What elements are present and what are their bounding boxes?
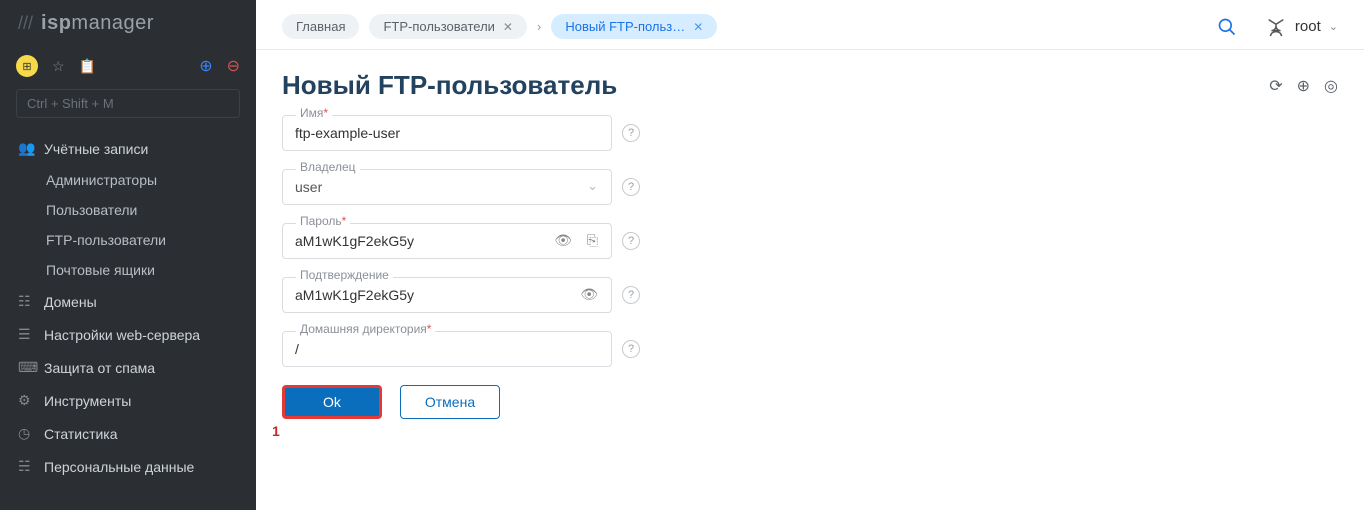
- logo: /// ispmanager: [0, 0, 256, 47]
- field-name: Имя* ?: [282, 115, 642, 151]
- domains-icon: ☷: [18, 293, 34, 310]
- page-header: Новый FTP-пользователь ⟳ ⊕ ◎: [282, 70, 1338, 101]
- nav-label: Персональные данные: [44, 459, 194, 475]
- users-icon: 👥: [18, 140, 34, 157]
- sidebar-sub-users[interactable]: Пользователи: [0, 195, 256, 225]
- nav: 👥 Учётные записи Администраторы Пользова…: [0, 132, 256, 510]
- help-icon[interactable]: ?: [622, 286, 640, 304]
- breadcrumb-home[interactable]: Главная: [282, 14, 359, 39]
- field-owner: Владелец ⌄ ?: [282, 169, 642, 205]
- user-icon: [1265, 16, 1287, 38]
- nav-label: Учётные записи: [44, 141, 148, 157]
- eye-icon[interactable]: 👁: [554, 232, 572, 249]
- help-icon[interactable]: ?: [622, 124, 640, 142]
- breadcrumb-new-ftp[interactable]: Новый FTP-польз… ✕: [551, 14, 717, 39]
- sidebar-sub-ftp[interactable]: FTP-пользователи: [0, 225, 256, 255]
- sidebar-sub-admins[interactable]: Администраторы: [0, 165, 256, 195]
- close-icon[interactable]: ✕: [503, 20, 513, 34]
- page-actions: ⟳ ⊕ ◎: [1269, 76, 1338, 96]
- help-icon[interactable]: ?: [622, 340, 640, 358]
- breadcrumb-ftp-users[interactable]: FTP-пользователи ✕: [369, 14, 527, 39]
- field-label: Пароль*: [296, 214, 350, 228]
- badge-icon[interactable]: ⊞: [16, 55, 38, 77]
- breadcrumb-label: FTP-пользователи: [383, 19, 494, 34]
- personal-icon: ☵: [18, 458, 34, 475]
- nav-label: Статистика: [44, 426, 118, 442]
- logo-text: ispmanager: [41, 12, 154, 35]
- button-row: Ok Отмена 1: [282, 385, 642, 419]
- eye-icon[interactable]: 👁: [580, 286, 598, 303]
- sidebar-toolbar: ⊞ ☆ 📋 ⊕ ⊖: [0, 47, 256, 89]
- breadcrumb-label: Главная: [296, 19, 345, 34]
- confirm-input[interactable]: [282, 277, 612, 313]
- search-input[interactable]: Ctrl + Shift + M: [16, 89, 240, 118]
- breadcrumb-separator-icon: ›: [537, 19, 541, 34]
- annotation-number: 1: [272, 423, 280, 439]
- sidebar-item-accounts[interactable]: 👥 Учётные записи: [0, 132, 256, 165]
- page-title: Новый FTP-пользователь: [282, 70, 617, 101]
- owner-select[interactable]: [282, 169, 612, 205]
- chevron-down-icon: ⌄: [587, 178, 598, 194]
- homedir-input[interactable]: [282, 331, 612, 367]
- sidebar-item-domains[interactable]: ☷ Домены: [0, 285, 256, 318]
- sidebar-item-personal[interactable]: ☵ Персональные данные: [0, 450, 256, 483]
- plus-icon[interactable]: ⊕: [199, 56, 212, 76]
- sidebar: /// ispmanager ⊞ ☆ 📋 ⊕ ⊖ Ctrl + Shift + …: [0, 0, 256, 510]
- field-label: Владелец: [296, 160, 360, 174]
- minus-icon[interactable]: ⊖: [227, 56, 240, 76]
- search-icon[interactable]: [1217, 17, 1237, 37]
- sidebar-item-tools[interactable]: ⚙ Инструменты: [0, 384, 256, 417]
- form: Имя* ? Владелец ⌄ ?: [282, 115, 642, 419]
- help-icon[interactable]: ?: [622, 232, 640, 250]
- shield-icon: ⌨: [18, 359, 34, 376]
- globe-icon[interactable]: ⊕: [1297, 76, 1310, 96]
- refresh-icon[interactable]: ⟳: [1269, 76, 1282, 96]
- breadcrumb-label: Новый FTP-польз…: [565, 19, 685, 34]
- clipboard-icon[interactable]: 📋: [79, 58, 96, 75]
- nav-label: Домены: [44, 294, 97, 310]
- user-menu[interactable]: root ⌄: [1265, 16, 1338, 38]
- main: Главная FTP-пользователи ✕ › Новый FTP-п…: [256, 0, 1364, 510]
- nav-label: Инструменты: [44, 393, 131, 409]
- chevron-down-icon: ⌄: [1329, 20, 1338, 33]
- star-icon[interactable]: ☆: [52, 58, 65, 75]
- cancel-button[interactable]: Отмена: [400, 385, 500, 419]
- sidebar-item-webserver[interactable]: ☰ Настройки web-сервера: [0, 318, 256, 351]
- sidebar-sub-mail[interactable]: Почтовые ящики: [0, 255, 256, 285]
- gear-icon: ⚙: [18, 392, 34, 409]
- field-label: Домашняя директория*: [296, 322, 435, 336]
- content: Новый FTP-пользователь ⟳ ⊕ ◎ Имя* ?: [256, 50, 1364, 439]
- sidebar-item-stats[interactable]: ◷ Статистика: [0, 417, 256, 450]
- generate-icon[interactable]: ⎘: [587, 232, 598, 249]
- field-label: Имя*: [296, 106, 332, 120]
- clock-icon: ◷: [18, 425, 34, 442]
- help-icon[interactable]: ?: [622, 178, 640, 196]
- nav-label: Защита от спама: [44, 360, 155, 376]
- field-homedir: Домашняя директория* ?: [282, 331, 642, 367]
- user-name: root: [1295, 18, 1321, 35]
- close-icon[interactable]: ✕: [693, 20, 703, 34]
- help-icon[interactable]: ◎: [1324, 76, 1338, 96]
- logo-slashes-icon: ///: [18, 13, 33, 34]
- topbar: Главная FTP-пользователи ✕ › Новый FTP-п…: [256, 0, 1364, 50]
- sidebar-item-spam[interactable]: ⌨ Защита от спама: [0, 351, 256, 384]
- field-confirm: Подтверждение 👁 ?: [282, 277, 642, 313]
- settings-icon: ☰: [18, 326, 34, 343]
- name-input[interactable]: [282, 115, 612, 151]
- field-password: Пароль* 👁 ⎘ ?: [282, 223, 642, 259]
- field-label: Подтверждение: [296, 268, 393, 282]
- ok-button[interactable]: Ok: [282, 385, 382, 419]
- nav-label: Настройки web-сервера: [44, 327, 200, 343]
